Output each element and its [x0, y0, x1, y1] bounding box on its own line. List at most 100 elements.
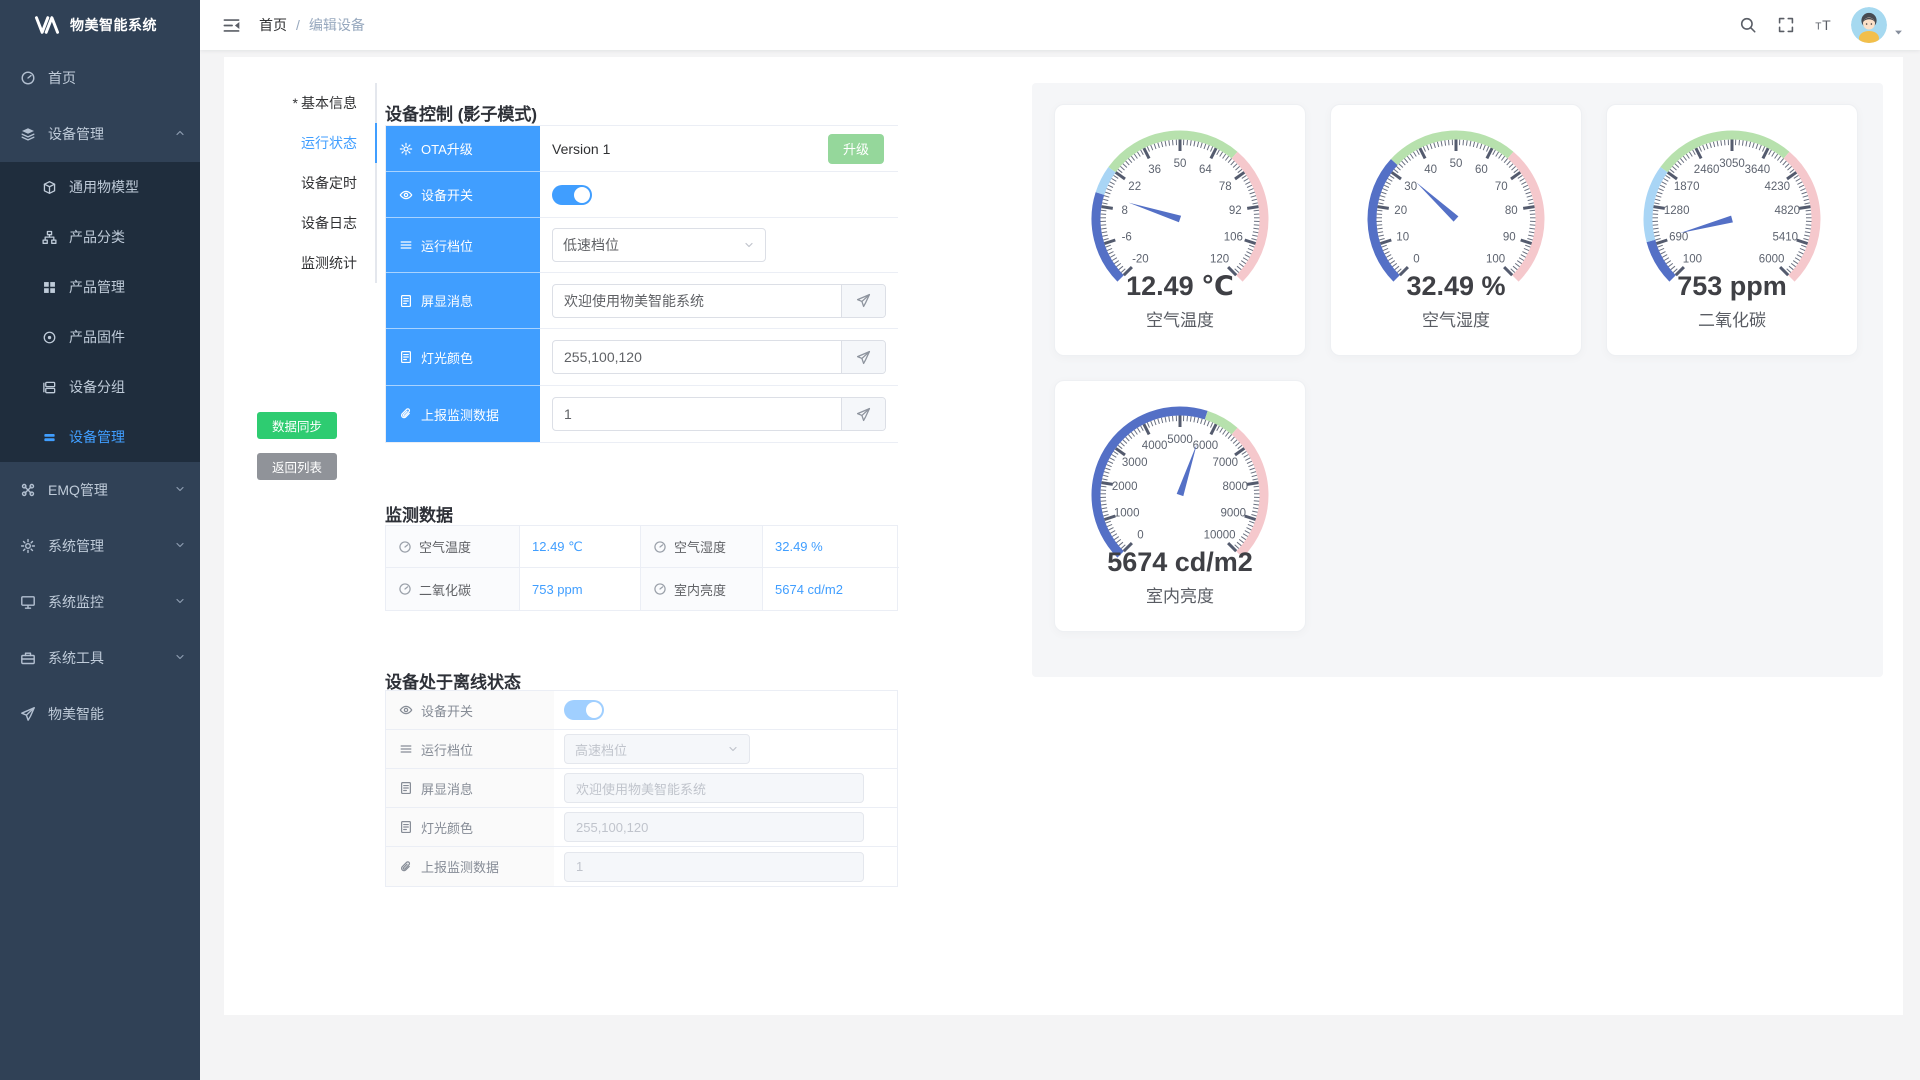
svg-text:5410: 5410 [1773, 231, 1799, 243]
gear-level-select-value: 高速档位 [575, 740, 627, 759]
lines-icon [399, 742, 413, 756]
sidebar-item-emq[interactable]: EMQ管理 [0, 462, 200, 518]
back-to-list-button[interactable]: 返回列表 [257, 453, 337, 480]
light-color-input[interactable] [553, 341, 841, 373]
shadow-row-value-light-color [540, 329, 898, 386]
svg-text:1000: 1000 [1114, 507, 1140, 519]
chevron-down-icon [174, 483, 186, 498]
shadow-row-label-ota: OTA升级 [386, 126, 540, 172]
svg-text:40: 40 [1424, 164, 1437, 176]
svg-text:690: 690 [1669, 231, 1688, 243]
group-icon [42, 380, 57, 395]
monitor-section-title: 监测数据 [385, 501, 453, 526]
cube-icon [42, 180, 57, 195]
gauge-chart-temperature: -20-6822365064789210612012.49 ℃空气温度 [1074, 117, 1286, 333]
tab-device-timer[interactable]: 设备定时 [224, 163, 357, 203]
plane-icon [20, 706, 36, 722]
monitor-label-humidity: 空气湿度 [641, 526, 763, 568]
sidebar-item-system[interactable]: 系统管理 [0, 518, 200, 574]
shadow-row-value-power [540, 172, 898, 218]
ota-value: Version 1 [552, 141, 610, 157]
chevron-down-icon [174, 539, 186, 554]
breadcrumb-separator: / [296, 17, 300, 33]
gauge-needle [1680, 216, 1733, 234]
sidebar-item-label: 产品固件 [69, 327, 125, 347]
shadow-section-title: 设备控制 (影子模式) [385, 100, 537, 125]
tabs-active-bar [375, 123, 377, 163]
sidebar-item-wumei[interactable]: 物美智能 [0, 686, 200, 742]
send-button[interactable] [841, 341, 885, 373]
upgrade-button[interactable]: 升级 [828, 134, 884, 164]
chevron-up-icon [174, 127, 186, 142]
svg-text:5000: 5000 [1167, 434, 1193, 446]
logo-icon [34, 12, 60, 38]
gear-level-select[interactable]: 高速档位 [564, 734, 750, 764]
screen-message-input[interactable] [553, 285, 841, 317]
svg-text:78: 78 [1219, 181, 1232, 193]
search-icon[interactable] [1739, 16, 1757, 34]
send-icon [856, 293, 871, 308]
sidebar-item-product-category[interactable]: 产品分类 [0, 212, 200, 262]
fullscreen-icon[interactable] [1777, 16, 1795, 34]
sidebar-item-label: 通用物模型 [69, 177, 139, 197]
doc-icon [399, 294, 413, 308]
gauge-icon [398, 540, 412, 554]
sidebar-item-product-firmware[interactable]: 产品固件 [0, 312, 200, 362]
sidebar-item-sys-monitor[interactable]: 系统监控 [0, 574, 200, 630]
tab-list: *基本信息运行状态设备定时设备日志监测统计 [224, 83, 357, 283]
gauge-chart-brightness: 0100020003000400050006000700080009000100… [1074, 393, 1286, 609]
svg-text:3050: 3050 [1719, 158, 1745, 170]
sidebar-item-label: 设备分组 [69, 377, 125, 397]
font-size-icon[interactable]: TT [1815, 16, 1833, 34]
svg-text:10000: 10000 [1204, 530, 1236, 542]
grid-icon [42, 280, 57, 295]
sidebar-item-product-mgmt[interactable]: 产品管理 [0, 262, 200, 312]
offline-row-label-screen-message: 屏显消息 [386, 769, 554, 808]
gauge-icon [398, 582, 412, 596]
tab-device-log[interactable]: 设备日志 [224, 203, 357, 243]
sidebar-item-thing-model[interactable]: 通用物模型 [0, 162, 200, 212]
tab-monitor-stats[interactable]: 监测统计 [224, 243, 357, 283]
caret-down-icon[interactable] [1893, 27, 1904, 38]
monitor-value-co2: 753 ppm [520, 568, 641, 610]
clip-icon [399, 860, 413, 874]
doc-icon [399, 820, 413, 834]
svg-text:50: 50 [1174, 158, 1187, 170]
app-title: 物美智能系统 [70, 15, 157, 35]
gauge-card-brightness: 0100020003000400050006000700080009000100… [1054, 380, 1306, 632]
power-switch[interactable] [564, 700, 604, 720]
navbar: 首页 / 编辑设备 TT [200, 0, 1920, 50]
gear-level-select[interactable]: 低速档位 [552, 228, 766, 262]
svg-text:64: 64 [1199, 164, 1212, 176]
send-button[interactable] [841, 285, 885, 317]
eye-icon [399, 188, 413, 202]
avatar[interactable] [1851, 7, 1887, 43]
breadcrumb-home[interactable]: 首页 [259, 15, 287, 35]
sidebar-item-sys-tools[interactable]: 系统工具 [0, 630, 200, 686]
sidebar-item-device-mgmt[interactable]: 设备管理 [0, 412, 200, 462]
svg-text:70: 70 [1495, 181, 1508, 193]
shadow-row-value-report-data [540, 386, 898, 442]
collapse-menu-icon[interactable] [222, 16, 241, 35]
data-sync-button[interactable]: 数据同步 [257, 412, 337, 439]
sidebar-item-device[interactable]: 设备管理 [0, 106, 200, 162]
sidebar-item-label: 首页 [48, 68, 186, 88]
app-logo[interactable]: 物美智能系统 [0, 0, 200, 50]
power-switch[interactable] [552, 185, 592, 205]
svg-text:4820: 4820 [1775, 205, 1801, 217]
monitor-label-temperature: 空气温度 [386, 526, 520, 568]
report-data-input[interactable] [553, 398, 841, 430]
shadow-control-table: OTA升级Version 1升级设备开关运行档位低速档位屏显消息灯光颜色上报监测… [385, 125, 898, 443]
gauge-chart-co2: 1006901280187024603050364042304820541060… [1626, 117, 1838, 333]
sidebar-item-home[interactable]: 首页 [0, 50, 200, 106]
send-button[interactable] [841, 398, 885, 430]
tab-basic-info[interactable]: *基本信息 [224, 83, 357, 123]
svg-text:7000: 7000 [1213, 457, 1239, 469]
svg-text:T: T [1815, 22, 1821, 33]
sidebar-item-device-group[interactable]: 设备分组 [0, 362, 200, 412]
tab-run-status[interactable]: 运行状态 [224, 123, 357, 163]
report-data-input-disabled: 1 [564, 852, 864, 882]
bars-icon [42, 430, 57, 445]
offline-row-label-light-color: 灯光颜色 [386, 808, 554, 847]
shadow-row-label-power: 设备开关 [386, 172, 540, 218]
